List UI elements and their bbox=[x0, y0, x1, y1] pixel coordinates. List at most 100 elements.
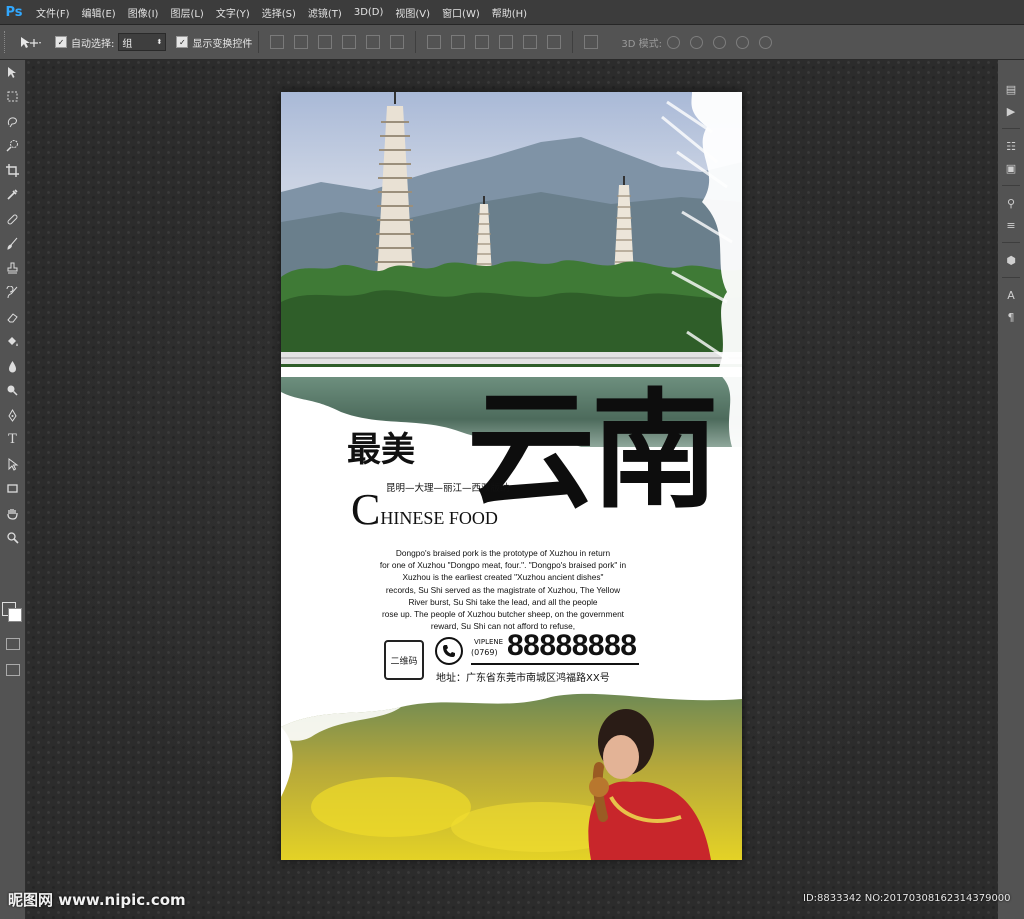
image-id-watermark: ID:8833342 NO:20170308162314379000 bbox=[803, 893, 1011, 904]
type-tool-icon[interactable]: T bbox=[0, 428, 25, 453]
align-left-edges-icon[interactable] bbox=[342, 35, 357, 49]
separator bbox=[258, 31, 260, 53]
3d-panel-icon[interactable]: ⬢ bbox=[998, 249, 1024, 271]
menu-select[interactable]: 选择(S) bbox=[256, 5, 302, 20]
dropdown-arrow-icon: ⬍ bbox=[156, 38, 163, 46]
lasso-tool-icon[interactable] bbox=[0, 109, 25, 134]
align-horizontal-centers-icon[interactable] bbox=[366, 35, 381, 49]
properties-panel-icon[interactable]: ☷ bbox=[998, 135, 1024, 157]
zoom-tool-icon[interactable] bbox=[0, 526, 25, 551]
menu-image[interactable]: 图像(I) bbox=[122, 5, 165, 20]
3d-scale-icon[interactable] bbox=[759, 35, 772, 49]
separator bbox=[1002, 128, 1020, 129]
separator bbox=[415, 31, 417, 53]
actions-panel-icon[interactable]: ▶ bbox=[998, 100, 1024, 122]
history-brush-tool-icon[interactable] bbox=[0, 281, 25, 306]
main-pagoda-image bbox=[375, 92, 415, 277]
description-line: River burst, Su Shi take the lead, and a… bbox=[408, 596, 598, 607]
description-line: records, Su Shi served as the magistrate… bbox=[385, 584, 621, 595]
menu-layer[interactable]: 图层(L) bbox=[164, 5, 209, 20]
hand-tool-icon[interactable] bbox=[0, 501, 25, 526]
qr-code-placeholder: 二维码 bbox=[384, 640, 424, 680]
chinese-food-heading: CHINESE FOOD bbox=[351, 484, 498, 535]
crop-tool-icon[interactable] bbox=[0, 158, 25, 183]
menu-3d[interactable]: 3D(D) bbox=[348, 7, 390, 18]
background-color-swatch[interactable] bbox=[8, 608, 22, 622]
dodge-tool-icon[interactable] bbox=[0, 379, 25, 404]
menu-filter[interactable]: 滤镜(T) bbox=[302, 5, 348, 20]
nipic-watermark: 昵图网 www.nipic.com bbox=[8, 891, 186, 909]
tools-panel: T bbox=[0, 60, 26, 919]
screen-mode-icon[interactable] bbox=[6, 664, 20, 676]
brush-tool-icon[interactable] bbox=[0, 232, 25, 257]
3d-rotate-icon[interactable] bbox=[667, 35, 680, 49]
menu-file[interactable]: 文件(F) bbox=[30, 5, 76, 20]
menu-bar: Ps 文件(F) 编辑(E) 图像(I) 图层(L) 文字(Y) 选择(S) 滤… bbox=[0, 0, 1024, 25]
brush-settings-icon[interactable]: ⚲ bbox=[998, 192, 1024, 214]
description-line: Dongpo's braised pork is the prototype o… bbox=[395, 548, 611, 558]
area-code: (0769) bbox=[471, 648, 498, 657]
distribute-left-icon[interactable] bbox=[499, 35, 514, 49]
distribute-top-icon[interactable] bbox=[427, 35, 442, 49]
auto-select-dropdown[interactable]: 组 ⬍ bbox=[118, 33, 167, 51]
distribute-right-icon[interactable] bbox=[547, 35, 562, 49]
show-transform-group: ✓ 显示变换控件 bbox=[176, 35, 252, 50]
eraser-tool-icon[interactable] bbox=[0, 305, 25, 330]
poster-document[interactable]: 最美 云南 昆明—大理—丽江—西双版纳 CHINESE FOOD Dongpo'… bbox=[281, 92, 742, 860]
character-panel-icon[interactable]: A bbox=[998, 284, 1024, 306]
tool-preset-picker[interactable] bbox=[15, 31, 45, 53]
paragraph-panel-icon[interactable]: ¶ bbox=[998, 306, 1024, 328]
3d-mode-label: 3D 模式: bbox=[621, 38, 662, 50]
blur-tool-icon[interactable] bbox=[0, 354, 25, 379]
paint-bucket-tool-icon[interactable] bbox=[0, 330, 25, 355]
panel-dock: ▤ ▶ ☷ ▣ ⚲ ≡ ⬢ A ¶ bbox=[997, 60, 1024, 919]
separator bbox=[1002, 277, 1020, 278]
menu-window[interactable]: 窗口(W) bbox=[436, 5, 486, 20]
separator bbox=[572, 31, 574, 53]
marquee-tool-icon[interactable] bbox=[0, 85, 25, 110]
auto-select-value: 组 bbox=[122, 38, 133, 50]
align-top-edges-icon[interactable] bbox=[270, 35, 285, 49]
menu-view[interactable]: 视图(V) bbox=[389, 5, 436, 20]
show-transform-label: 显示变换控件 bbox=[192, 38, 253, 50]
info-panel-icon[interactable]: ▣ bbox=[998, 157, 1024, 179]
healing-brush-tool-icon[interactable] bbox=[0, 207, 25, 232]
clone-stamp-tool-icon[interactable] bbox=[0, 256, 25, 281]
move-tool-icon[interactable] bbox=[0, 60, 25, 85]
align-bottom-edges-icon[interactable] bbox=[318, 35, 333, 49]
distribute-bottom-icon[interactable] bbox=[475, 35, 490, 49]
quick-select-tool-icon[interactable] bbox=[0, 134, 25, 159]
auto-select-label: 自动选择: bbox=[71, 38, 115, 50]
options-grip[interactable] bbox=[4, 31, 9, 53]
separator bbox=[1002, 185, 1020, 186]
menu-edit[interactable]: 编辑(E) bbox=[76, 5, 122, 20]
rectangle-tool-icon[interactable] bbox=[0, 477, 25, 502]
adjustments-panel-icon[interactable]: ≡ bbox=[998, 214, 1024, 236]
menu-type[interactable]: 文字(Y) bbox=[210, 5, 256, 20]
viplene-label: VIPLENE bbox=[474, 638, 504, 646]
show-transform-checkbox[interactable]: ✓ bbox=[176, 36, 189, 48]
align-right-edges-icon[interactable] bbox=[390, 35, 405, 49]
separator bbox=[1002, 242, 1020, 243]
description-line: rose up. The people of Xuzhou butcher sh… bbox=[381, 609, 624, 620]
3d-slide-icon[interactable] bbox=[736, 35, 749, 49]
quick-mask-icon[interactable] bbox=[6, 638, 20, 650]
title-yunnan: 云南 bbox=[467, 376, 719, 526]
menu-help[interactable]: 帮助(H) bbox=[486, 5, 533, 20]
3d-drag-icon[interactable] bbox=[713, 35, 726, 49]
3d-roll-icon[interactable] bbox=[690, 35, 703, 49]
distribute-hcenter-icon[interactable] bbox=[523, 35, 538, 49]
phone-icon bbox=[435, 637, 463, 665]
eyedropper-tool-icon[interactable] bbox=[0, 183, 25, 208]
girl-flower-field-image bbox=[281, 693, 742, 860]
history-panel-icon[interactable]: ▤ bbox=[998, 78, 1024, 100]
pen-tool-icon[interactable] bbox=[0, 403, 25, 428]
phone-underline bbox=[471, 663, 639, 665]
path-select-tool-icon[interactable] bbox=[0, 452, 25, 477]
auto-align-layers-icon[interactable] bbox=[584, 35, 599, 49]
auto-select-checkbox[interactable]: ✓ bbox=[55, 36, 67, 48]
chinese-food-initial: C bbox=[351, 485, 381, 534]
options-bar: ✓ 自动选择: 组 ⬍ ✓ 显示变换控件 3D 模式: bbox=[0, 25, 1024, 60]
distribute-vcenter-icon[interactable] bbox=[451, 35, 466, 49]
align-vertical-centers-icon[interactable] bbox=[294, 35, 309, 49]
